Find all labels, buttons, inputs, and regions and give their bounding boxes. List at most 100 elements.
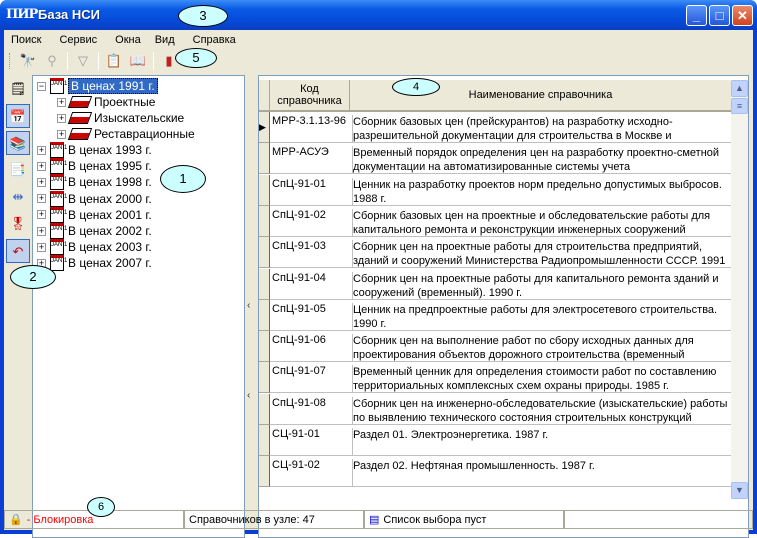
tree-node-1991[interactable]: − JAN 1 В ценах 1991 г. <box>37 78 158 94</box>
cell-name[interactable]: Временный ценник для определения стоимос… <box>352 365 730 394</box>
expand-icon[interactable]: + <box>37 210 46 220</box>
cell-code[interactable]: МРР-АСУЭ <box>272 146 348 158</box>
panel-splitter[interactable]: ‹ ‹ <box>246 75 256 538</box>
table-row[interactable]: СпЦ-91-05 Ценник на предпроектные работы … <box>259 299 732 331</box>
menu-view[interactable]: Вид <box>148 32 182 50</box>
cell-code[interactable]: СпЦ-91-05 <box>272 303 348 315</box>
tree-node-year[interactable]: + JAN 1В ценах 2000 г. <box>37 190 152 207</box>
minimize-button[interactable]: _ <box>686 5 707 26</box>
expand-icon[interactable]: + <box>37 161 46 171</box>
table-row[interactable]: СЦ-91-02 Раздел 02. Нефтяная промышленнос… <box>259 456 732 488</box>
cell-code[interactable]: СпЦ-91-07 <box>272 365 348 377</box>
book-icon[interactable]: 📖 <box>127 51 149 71</box>
calendar-icon[interactable]: 📅 <box>6 104 30 128</box>
row-indicator[interactable] <box>259 331 270 363</box>
table-row[interactable]: СпЦ-91-08 Сборник цен на инженерно-обслед… <box>259 393 732 425</box>
tree-node-year[interactable]: + JAN 1В ценах 1993 г. <box>37 142 152 158</box>
split-icon[interactable]: ⇹ <box>6 185 30 209</box>
find-next-icon[interactable]: ⚲ <box>41 51 63 71</box>
row-indicator[interactable] <box>259 174 270 206</box>
notebook-icon[interactable]: 🗒 <box>6 77 30 101</box>
column-header-code[interactable]: Код справочника <box>270 80 350 112</box>
table-row[interactable]: СпЦ-91-03 Сборник цен на проектные работы… <box>259 237 732 269</box>
toolbar-grip[interactable] <box>9 53 12 69</box>
tree-node-year[interactable]: + JAN 1В ценах 2003 г. <box>37 239 152 256</box>
close-button[interactable]: ✕ <box>732 5 753 26</box>
cell-code[interactable]: СпЦ-91-06 <box>272 334 348 346</box>
row-indicator[interactable] <box>259 393 270 425</box>
collapse-left-icon[interactable]: ‹ <box>247 300 250 311</box>
expand-icon[interactable]: + <box>57 129 66 139</box>
cell-code[interactable]: СпЦ-91-03 <box>272 240 348 252</box>
menu-search[interactable]: Поиск <box>4 32 48 50</box>
row-indicator[interactable]: ▶ <box>259 112 270 143</box>
cell-name[interactable]: Временный порядок определения цен на раз… <box>352 146 730 175</box>
cell-name[interactable]: Сборник цен на проектные работы для капи… <box>352 271 730 300</box>
report-icon[interactable]: 📋 <box>103 51 125 71</box>
cell-name[interactable]: Ценник на разработку проектов норм преде… <box>352 177 730 206</box>
table-row[interactable]: ▶ МРР-3.1.13-96 Сборник базовых цен (прейс… <box>259 112 732 143</box>
row-indicator[interactable] <box>259 237 270 269</box>
expand-icon[interactable]: + <box>37 226 46 236</box>
filter-icon[interactable]: ▽ <box>72 51 94 71</box>
cell-name[interactable]: Сборник базовых цен (прейскурантов) на р… <box>352 115 730 143</box>
tree-node-year[interactable]: + JAN 1В ценах 1995 г. <box>37 158 152 175</box>
cell-name[interactable]: Раздел 01. Электроэнергетика. 1987 г. <box>352 428 730 456</box>
tree-node-child[interactable]: + Изыскательские <box>57 110 184 126</box>
row-indicator[interactable] <box>259 425 270 456</box>
row-indicator[interactable] <box>259 268 270 300</box>
table-row[interactable]: СпЦ-91-02 Сборник базовых цен на проектны… <box>259 205 732 237</box>
expand-icon[interactable]: + <box>37 177 46 187</box>
scroll-up-icon[interactable]: ▲ <box>731 80 748 97</box>
row-indicator[interactable] <box>259 205 270 237</box>
maximize-button[interactable]: □ <box>709 5 730 26</box>
tree-node-child[interactable]: + Проектные <box>57 94 155 110</box>
tree-node-year[interactable]: + JAN 1В ценах 2007 г. <box>37 255 152 272</box>
table-row[interactable]: СпЦ-91-06 Сборник цен на выполнение работ… <box>259 331 732 363</box>
scroll-thumb[interactable]: ≡ <box>731 98 748 114</box>
tree-node-year[interactable]: + JAN 1В ценах 2002 г. <box>37 223 152 239</box>
expand-icon[interactable]: + <box>37 194 46 204</box>
table-row[interactable]: МРР-АСУЭ Временный порядок определения це… <box>259 143 732 175</box>
expand-icon[interactable]: + <box>57 97 66 107</box>
tree-node-child[interactable]: + Реставрационные <box>57 126 195 142</box>
catalog-tree[interactable]: − JAN 1 В ценах 1991 г. + Проектные + Изыс… <box>32 75 245 538</box>
table-row[interactable]: СпЦ-91-07 Временный ценник для определени… <box>259 362 732 394</box>
cell-name[interactable]: Сборник цен на выполнение работ по сбору… <box>352 334 730 363</box>
cell-name[interactable]: Раздел 02. Нефтяная промышленность. 1987… <box>352 459 730 488</box>
cell-code[interactable]: СпЦ-91-08 <box>272 397 348 409</box>
cell-name[interactable]: Сборник цен на проектные работы для стро… <box>352 240 730 269</box>
expand-icon[interactable]: + <box>37 145 46 155</box>
cell-code[interactable]: СпЦ-91-01 <box>272 178 348 190</box>
menu-windows[interactable]: Окна <box>108 32 148 50</box>
cell-code[interactable]: МРР-3.1.13-96 <box>272 115 348 127</box>
binoculars-icon[interactable]: 🔭 <box>17 51 39 71</box>
export-icon[interactable]: 📑 <box>6 158 30 182</box>
table-row[interactable]: СпЦ-91-01 Ценник на разработку проектов н… <box>259 174 732 206</box>
collapse-icon[interactable]: − <box>37 81 46 91</box>
row-indicator[interactable] <box>259 299 270 331</box>
cell-code[interactable]: СпЦ-91-02 <box>272 209 348 221</box>
cell-name[interactable]: Сборник цен на инженерно-обследовательск… <box>352 396 730 425</box>
tree-node-year[interactable]: + JAN 1В ценах 2001 г. <box>37 206 152 223</box>
cell-code[interactable]: СЦ-91-01 <box>272 428 348 440</box>
vertical-scrollbar[interactable]: ▲ ≡ ▼ <box>731 80 748 499</box>
expand-icon[interactable]: + <box>37 242 46 252</box>
cell-code[interactable]: СпЦ-91-04 <box>272 272 348 284</box>
menu-service[interactable]: Сервис <box>52 32 104 50</box>
row-indicator[interactable] <box>259 143 270 175</box>
expand-icon[interactable]: + <box>57 113 66 123</box>
table-row[interactable]: СЦ-91-01 Раздел 01. Электроэнергетика. 19… <box>259 425 732 456</box>
collapse-left-icon[interactable]: ‹ <box>247 390 250 401</box>
table-row[interactable]: СпЦ-91-04 Сборник цен на проектные работы… <box>259 268 732 300</box>
row-indicator[interactable] <box>259 362 270 394</box>
award-icon[interactable]: 🎖 <box>6 212 30 236</box>
row-indicator[interactable] <box>259 456 270 488</box>
cell-code[interactable]: СЦ-91-02 <box>272 459 348 471</box>
cell-name[interactable]: Ценник на предпроектные работы для элект… <box>352 302 730 331</box>
books-icon[interactable]: 📚 <box>6 131 30 155</box>
return-icon[interactable]: ↶ <box>6 239 30 263</box>
tree-node-year[interactable]: + JAN 1В ценах 1998 г. <box>37 174 152 191</box>
cell-name[interactable]: Сборник базовых цен на проектные и обсле… <box>352 208 730 237</box>
scroll-down-icon[interactable]: ▼ <box>731 482 748 499</box>
